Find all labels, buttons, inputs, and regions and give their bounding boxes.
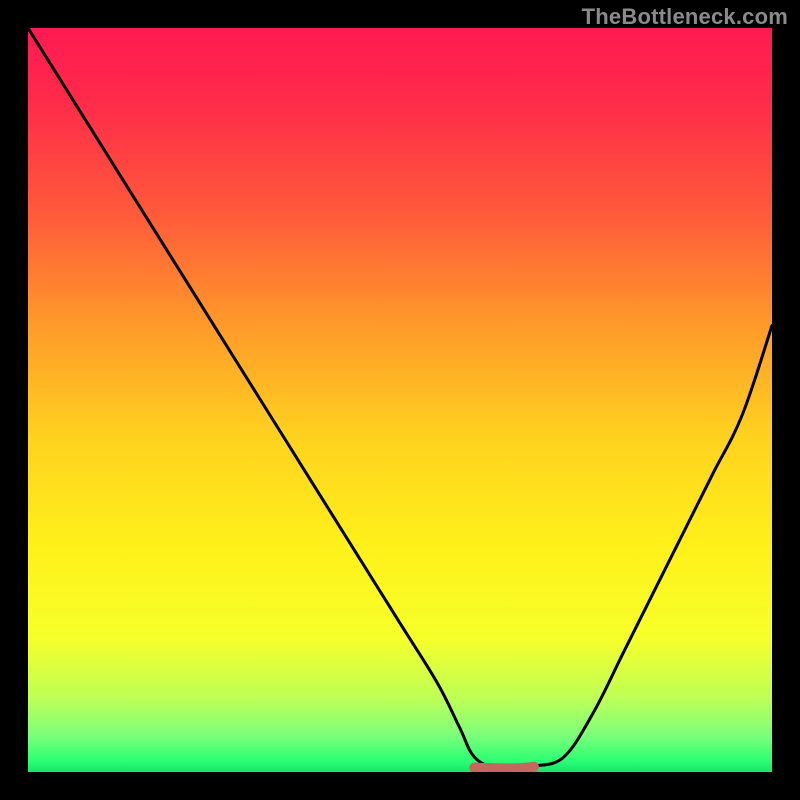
watermark-text: TheBottleneck.com: [582, 4, 788, 30]
chart-frame: TheBottleneck.com: [0, 0, 800, 800]
optimal-flat-segment: [474, 767, 534, 769]
bottleneck-curve: [28, 28, 772, 769]
plot-area: [28, 28, 772, 772]
curve-layer: [28, 28, 772, 772]
